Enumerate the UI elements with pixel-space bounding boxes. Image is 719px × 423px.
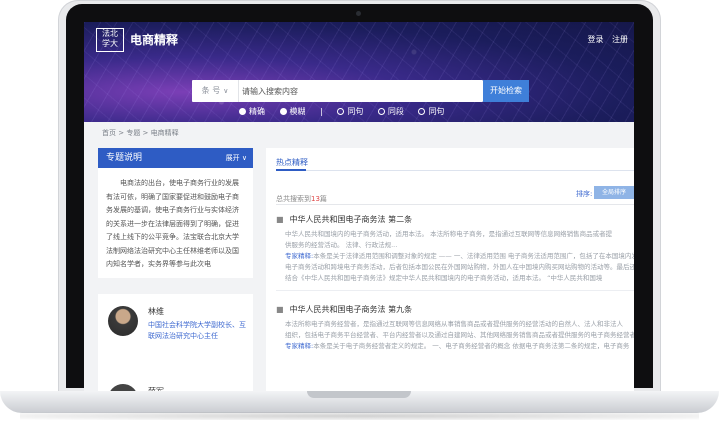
- tab-divider: [276, 170, 634, 171]
- expert-note-text: 本条是关于法律适用范围和调整对象的规定 —— 一、法律适用范围 电子商务法适用范…: [313, 252, 634, 260]
- camera-icon: [356, 11, 361, 16]
- avatar[interactable]: [108, 306, 138, 336]
- article-body: 组织，包括电子商务平台经营者、平台内经营者以及通过自建网站、其他网络服务销售商品…: [285, 331, 634, 339]
- radio-dot-icon: [337, 108, 345, 115]
- article-title[interactable]: ■ 中华人民共和国电子商务法 第九条: [276, 304, 634, 315]
- topic-description-title: 专题说明: [106, 153, 143, 163]
- expert-note-label: 专家精释:: [285, 252, 314, 260]
- logo-line-1: 法北: [102, 29, 118, 38]
- expert-note-line: 结合《中华人民共和国电子商务法》规定中华人民共和国境内的电子商务活动，适用本法。…: [285, 274, 603, 282]
- expert-name[interactable]: 林维: [148, 306, 164, 317]
- search-type-label: 条 号: [201, 86, 221, 95]
- laptop-notch: [307, 391, 411, 398]
- avatar[interactable]: [108, 384, 138, 391]
- option-exact[interactable]: 精确: [239, 106, 265, 117]
- site-logo[interactable]: 法北 学大: [96, 28, 124, 52]
- list-item: ■ 中华人民共和国电子商务法 第九条 本法所称电子商务经营者，是指通过互联网等信息…: [276, 304, 634, 352]
- hero-banner: 法北 学大 电商精释 登录 注册 条 号∨ 开始检索 精确 模糊 | 同句 同段…: [84, 22, 634, 122]
- search-bar: 条 号 ∨: [192, 80, 483, 102]
- auth-links: 登录 注册: [581, 34, 628, 45]
- option-label: 同段: [387, 107, 404, 116]
- option-same-sentence-2[interactable]: 同句: [418, 106, 444, 117]
- count-value: 13: [311, 195, 320, 203]
- chevron-down-icon: ∨: [223, 87, 229, 95]
- radio-dot-icon: [418, 108, 426, 115]
- register-link[interactable]: 注册: [612, 35, 628, 44]
- option-label: 同句: [347, 107, 364, 116]
- breadcrumb: 首页 > 专题 > 电商精释: [102, 129, 179, 137]
- option-separator: |: [320, 107, 323, 116]
- tab-active-indicator: [276, 169, 306, 171]
- article-body: 供服务的经营活动。 法律、行政法规...: [285, 241, 398, 249]
- article-title-text: 中华人民共和国电子商务法 第二条: [289, 215, 413, 224]
- bullet-icon: ■: [276, 215, 284, 224]
- topic-description-card: 专题说明 展开 ∨ 电商法的出台，使电子商务行业的发展有法可依，明确了国家要促进…: [98, 148, 253, 278]
- topic-description-text: 电商法的出台，使电子商务行业的发展有法可依，明确了国家要促进和鼓励电子商务发展的…: [106, 179, 239, 268]
- expand-button[interactable]: 展开 ∨: [226, 148, 247, 168]
- screen: 法北 学大 电商精释 登录 注册 条 号∨ 开始检索 精确 模糊 | 同句 同段…: [84, 22, 634, 391]
- option-label: 模糊: [289, 107, 306, 116]
- expert-note: 专家精释:本条是关于法律适用范围和调整对象的规定 —— 一、法律适用范围 电子商…: [276, 251, 634, 262]
- article-divider: [276, 290, 634, 291]
- search-button[interactable]: 开始检索: [483, 80, 529, 102]
- login-link[interactable]: 登录: [587, 35, 603, 44]
- list-divider: [276, 204, 634, 205]
- article-body: 本法所称电子商务经营者，是指通过互联网等信息网络从事销售商品或者提供服务的经营活…: [285, 320, 623, 328]
- count-suffix: 篇: [319, 195, 327, 203]
- option-same-sentence[interactable]: 同句: [337, 106, 363, 117]
- tab-hot-interpretations[interactable]: 热点精释: [276, 157, 308, 168]
- list-item: ■ 中华人民共和国电子商务法 第二条 中华人民共和国境内的电子商务活动，适用本法。…: [276, 214, 634, 291]
- expand-label: 展开: [225, 154, 240, 162]
- result-count: 总共搜索到13篇: [276, 194, 327, 204]
- radio-dot-icon: [377, 108, 385, 115]
- sort-label: 排序:: [576, 190, 593, 198]
- expert-title: 中国社会科学院大学副校长、互联网法治研究中心主任: [148, 321, 246, 340]
- article-body: 中华人民共和国境内的电子商务活动，适用本法。 本法所称电子商务，是指通过互联网等…: [285, 230, 613, 238]
- topic-description-header: 专题说明 展开 ∨: [98, 148, 253, 168]
- logo-line-2: 学大: [102, 39, 118, 48]
- search-options: 精确 模糊 | 同句 同段 同句: [239, 106, 456, 117]
- option-label: 精确: [249, 107, 265, 116]
- article-title[interactable]: ■ 中华人民共和国电子商务法 第二条: [276, 214, 634, 225]
- expert-card: 林维 中国社会科学院大学副校长、互联网法治研究中心主任 薛军: [98, 294, 253, 391]
- expert-note: 专家精释:本条是关于电子商务经营者定义的规定。 一、电子商务经营者的概念 依据电…: [276, 341, 634, 352]
- count-prefix: 总共搜索到: [276, 195, 311, 203]
- laptop-shadow: [20, 412, 699, 420]
- expert-note-label: 专家精释:: [285, 342, 314, 350]
- option-same-paragraph[interactable]: 同段: [377, 106, 404, 117]
- article-title-text: 中华人民共和国电子商务法 第九条: [289, 305, 413, 314]
- sort-button[interactable]: 全局排序: [594, 186, 634, 199]
- radio-dot-icon: [239, 108, 246, 115]
- option-label: 同句: [428, 107, 445, 116]
- expert-note-text: 本条是关于电子商务经营者定义的规定。 一、电子商务经营者的概念 依据电子商务法第…: [313, 342, 630, 350]
- site-title: 电商精释: [130, 33, 179, 47]
- expert-note-line: 电子商务活动和跨境电子商务活动，后者包括本国公民在外国网站购物，外国人在中国境内…: [285, 263, 634, 271]
- radio-dot-icon: [279, 108, 287, 115]
- option-fuzzy[interactable]: 模糊: [279, 106, 306, 117]
- search-input[interactable]: [242, 80, 477, 102]
- bullet-icon: ■: [276, 305, 284, 314]
- hot-interpretations-panel: 热点精释 总共搜索到13篇 排序: 全局排序 ■ 中华人民共和国电子商务法 第二条…: [266, 148, 634, 391]
- search-type-select[interactable]: 条 号 ∨: [192, 80, 239, 102]
